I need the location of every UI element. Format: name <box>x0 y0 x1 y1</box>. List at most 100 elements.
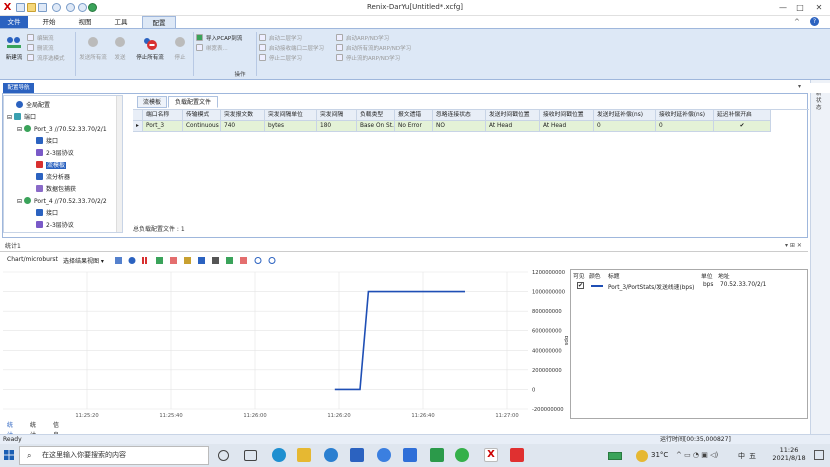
col-header[interactable]: 传输模式 <box>183 110 221 121</box>
tree-item-protocol[interactable]: 2-3层协议 <box>36 220 74 231</box>
stop-arp-learning-button[interactable]: 停止流的ARP/ND学习 <box>336 54 411 64</box>
task-view-icon[interactable] <box>244 450 257 461</box>
y-tick-label: 200000000 <box>532 368 562 374</box>
tree-item-port4[interactable]: ⊟ Port_4 //70.52.33.70/2/2 <box>17 196 107 207</box>
tab-stream-template[interactable]: 流模板 <box>137 96 167 108</box>
config-nav-tab[interactable]: 配置导航 <box>3 83 34 93</box>
minimize-icon[interactable]: — <box>776 1 790 14</box>
right-side-panel[interactable]: 更新状态 <box>810 80 830 434</box>
table-cell[interactable]: 740 <box>221 121 265 132</box>
col-header[interactable]: 端口名称 <box>143 110 183 121</box>
table-cell[interactable]: 0 <box>656 121 714 132</box>
edit-stream-button[interactable]: 编辑流 <box>27 34 65 44</box>
tree-scrollbar[interactable] <box>116 96 122 232</box>
chart-type-label[interactable]: Chart/microburst <box>7 256 58 263</box>
cortana-icon[interactable] <box>218 450 229 461</box>
mail-icon[interactable] <box>350 448 364 462</box>
tray-icons[interactable]: ^ ▭ ◔ ▣ ◁) <box>676 451 718 459</box>
line-chart[interactable]: 1200000000 1000000000 800000000 600000000 40… <box>3 267 569 421</box>
col-header[interactable]: 报文遗错 <box>395 110 433 121</box>
x-tick-label: 11:26:00 <box>243 413 266 419</box>
outlook-icon[interactable] <box>403 448 417 462</box>
start-arp-learning-button[interactable]: 启动ARP/ND学习 <box>336 34 411 44</box>
tree-item-stream-template[interactable]: 流模板 <box>36 160 67 171</box>
wps-icon[interactable] <box>510 448 524 462</box>
tree-item-capture[interactable]: 数据包捕获 <box>36 184 76 195</box>
table-cell[interactable]: 0 <box>594 121 656 132</box>
tree-item-port3[interactable]: ⊟ Port_3 //70.52.33.70/2/1 <box>17 124 107 135</box>
col-header[interactable]: 接收时间戳位置 <box>540 110 594 121</box>
new-stream-button[interactable]: 新建流 <box>3 35 25 61</box>
tab-view[interactable]: 视图 <box>72 16 98 28</box>
maximize-icon[interactable]: □ <box>793 1 807 14</box>
table-cell[interactable]: NO <box>433 121 486 132</box>
col-header[interactable]: 延迟补偿开启 <box>714 110 771 121</box>
ribbon-collapse-icon[interactable]: ^ <box>794 18 800 26</box>
tab-tools[interactable]: 工具 <box>108 16 134 28</box>
input-mode-indicator[interactable]: 五 <box>749 451 756 461</box>
chart-svg[interactable]: 1200000000 1000000000 800000000 600000000 40… <box>3 267 569 421</box>
stop-button[interactable]: 停止 <box>170 35 190 61</box>
app-icon[interactable] <box>324 448 338 462</box>
tree-item-interface[interactable]: 接口 <box>36 208 58 219</box>
stream-mode-button[interactable]: 流序选模式 <box>27 54 65 64</box>
table-cell[interactable]: At Head <box>486 121 540 132</box>
wechat-icon[interactable] <box>455 448 469 462</box>
table-cell[interactable]: bytes <box>265 121 317 132</box>
help-icon[interactable]: ? <box>810 17 819 26</box>
table-cell[interactable]: 180 <box>317 121 357 132</box>
result-view-select[interactable]: 选择结果视图 ▾ <box>63 256 104 265</box>
col-header[interactable]: 突发间隔 <box>317 110 357 121</box>
legend-visible-checkbox[interactable]: ✔ <box>577 282 584 289</box>
stop-all-button[interactable]: 停止所有流 <box>134 35 166 61</box>
y-tick-label: 800000000 <box>532 309 562 315</box>
col-header[interactable]: 接收时延补偿(ns) <box>656 110 714 121</box>
stop-l2-learning-button[interactable]: 停止二层学习 <box>259 54 324 64</box>
taskbar-search-input[interactable]: ⌕ 在这里输入你要搜索的内容 <box>19 446 209 465</box>
delete-stream-button[interactable]: 删流流 <box>27 44 65 54</box>
renix-taskbar-icon[interactable]: X <box>484 448 498 462</box>
import-pcap-button[interactable]: 导入PCAP到流 <box>196 34 242 44</box>
start-all-arp-learning-button[interactable]: 启动所有流的ARP/ND学习 <box>336 44 411 54</box>
table-cell[interactable]: Base On St... <box>357 121 395 132</box>
file-explorer-icon[interactable] <box>297 448 311 462</box>
tab-start[interactable]: 开始 <box>36 16 62 28</box>
col-header[interactable]: 负载类型 <box>357 110 395 121</box>
latency-comp-checkbox[interactable]: ✔ <box>714 121 771 132</box>
pin-icon[interactable]: ▾ <box>798 83 801 90</box>
table-cell[interactable]: Port_3 <box>143 121 183 132</box>
chart-toolbar-icons[interactable] <box>115 256 283 265</box>
table-cell[interactable]: No Error <box>395 121 433 132</box>
table-cell[interactable]: At Head <box>540 121 594 132</box>
ime-indicator[interactable]: 中 <box>738 451 745 461</box>
start-rx-l2-learning-button[interactable]: 启动接收端口二层学习 <box>259 44 324 54</box>
send-button[interactable]: 发送 <box>110 35 130 61</box>
tree-item-ports[interactable]: ⊟ 端口 <box>7 112 36 123</box>
tree-item-stream-analyzer[interactable]: 流分析器 <box>36 172 70 183</box>
table-row[interactable]: ▸ Port_3 Continuous 740 bytes 180 Base O… <box>133 121 771 132</box>
tree-item-global[interactable]: 全局配置 <box>16 100 50 111</box>
close-icon[interactable]: ✕ <box>812 1 826 14</box>
tab-config[interactable]: 配置 <box>142 16 176 28</box>
tree-item-protocol[interactable]: 2-3层协议 <box>36 148 74 159</box>
clock[interactable]: 11:26 2021/8/18 <box>771 446 807 462</box>
tab-file[interactable]: 文件 <box>0 16 28 28</box>
panel-pin-icon[interactable]: ▾ ⊞ ✕ <box>785 242 802 249</box>
col-header[interactable]: 发送时间戳位置 <box>486 110 540 121</box>
tab-load-profile[interactable]: 负载配置文件 <box>168 96 218 108</box>
bandwidth-table-button[interactable]: 绑宽表... <box>196 44 242 54</box>
lync-icon[interactable] <box>377 448 391 462</box>
col-header[interactable]: 突发间隔单位 <box>265 110 317 121</box>
start-l2-learning-button[interactable]: 启动二层学习 <box>259 34 324 44</box>
windows-start-icon[interactable] <box>4 450 14 460</box>
send-all-button[interactable]: 发送所有流 <box>78 35 108 61</box>
edge-icon[interactable] <box>272 448 286 462</box>
legend-header-address: 地址 <box>718 274 730 280</box>
table-cell[interactable]: Continuous <box>183 121 221 132</box>
tree-item-interface[interactable]: 接口 <box>36 136 58 147</box>
col-header[interactable]: 发送时延补偿(ns) <box>594 110 656 121</box>
col-header[interactable]: 突发报文数 <box>221 110 265 121</box>
notification-icon[interactable] <box>814 450 824 460</box>
excel-icon[interactable] <box>430 448 444 462</box>
col-header[interactable]: 忽略连接状态 <box>433 110 486 121</box>
